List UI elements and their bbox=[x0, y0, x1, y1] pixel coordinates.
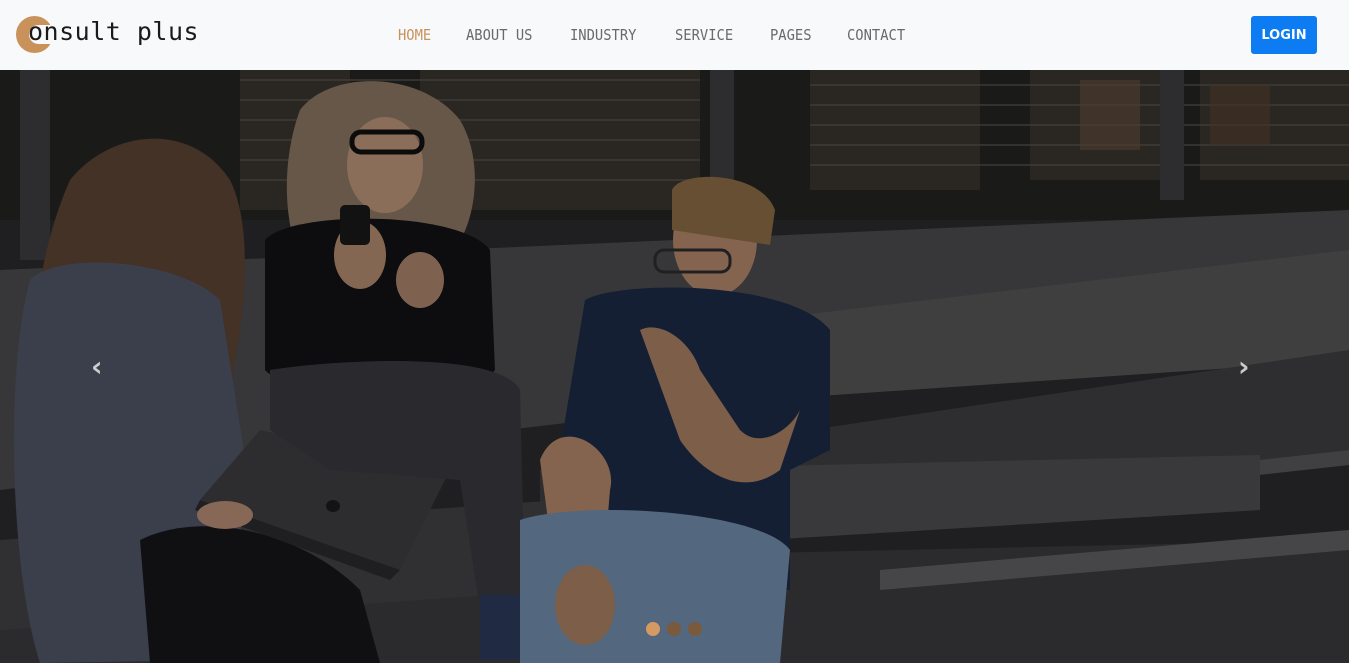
logo[interactable]: onsult plus bbox=[16, 14, 200, 56]
nav-item-about-us[interactable]: ABOUT US bbox=[466, 26, 532, 46]
chevron-right-icon[interactable]: › bbox=[1238, 350, 1250, 383]
carousel-dot-1[interactable] bbox=[646, 622, 660, 636]
main-nav: HOME ABOUT US INDUSTRY SERVICE PAGES CON… bbox=[398, 26, 942, 46]
nav-item-industry[interactable]: INDUSTRY bbox=[570, 26, 636, 46]
hero-image bbox=[0, 70, 1349, 663]
hero-carousel: ‹ › bbox=[0, 70, 1349, 663]
carousel-indicators bbox=[646, 622, 709, 636]
nav-item-service[interactable]: SERVICE bbox=[675, 26, 733, 46]
login-button[interactable]: LOGIN bbox=[1251, 16, 1317, 54]
carousel-dot-2[interactable] bbox=[667, 622, 681, 636]
site-header: onsult plus HOME ABOUT US INDUSTRY SERVI… bbox=[0, 0, 1349, 70]
logo-text: onsult plus bbox=[28, 17, 200, 46]
carousel-dot-3[interactable] bbox=[688, 622, 702, 636]
nav-item-home[interactable]: HOME bbox=[398, 26, 431, 46]
chevron-left-icon[interactable]: ‹ bbox=[91, 350, 103, 383]
nav-item-pages[interactable]: PAGES bbox=[770, 26, 812, 46]
nav-item-contact[interactable]: CONTACT bbox=[847, 26, 905, 46]
